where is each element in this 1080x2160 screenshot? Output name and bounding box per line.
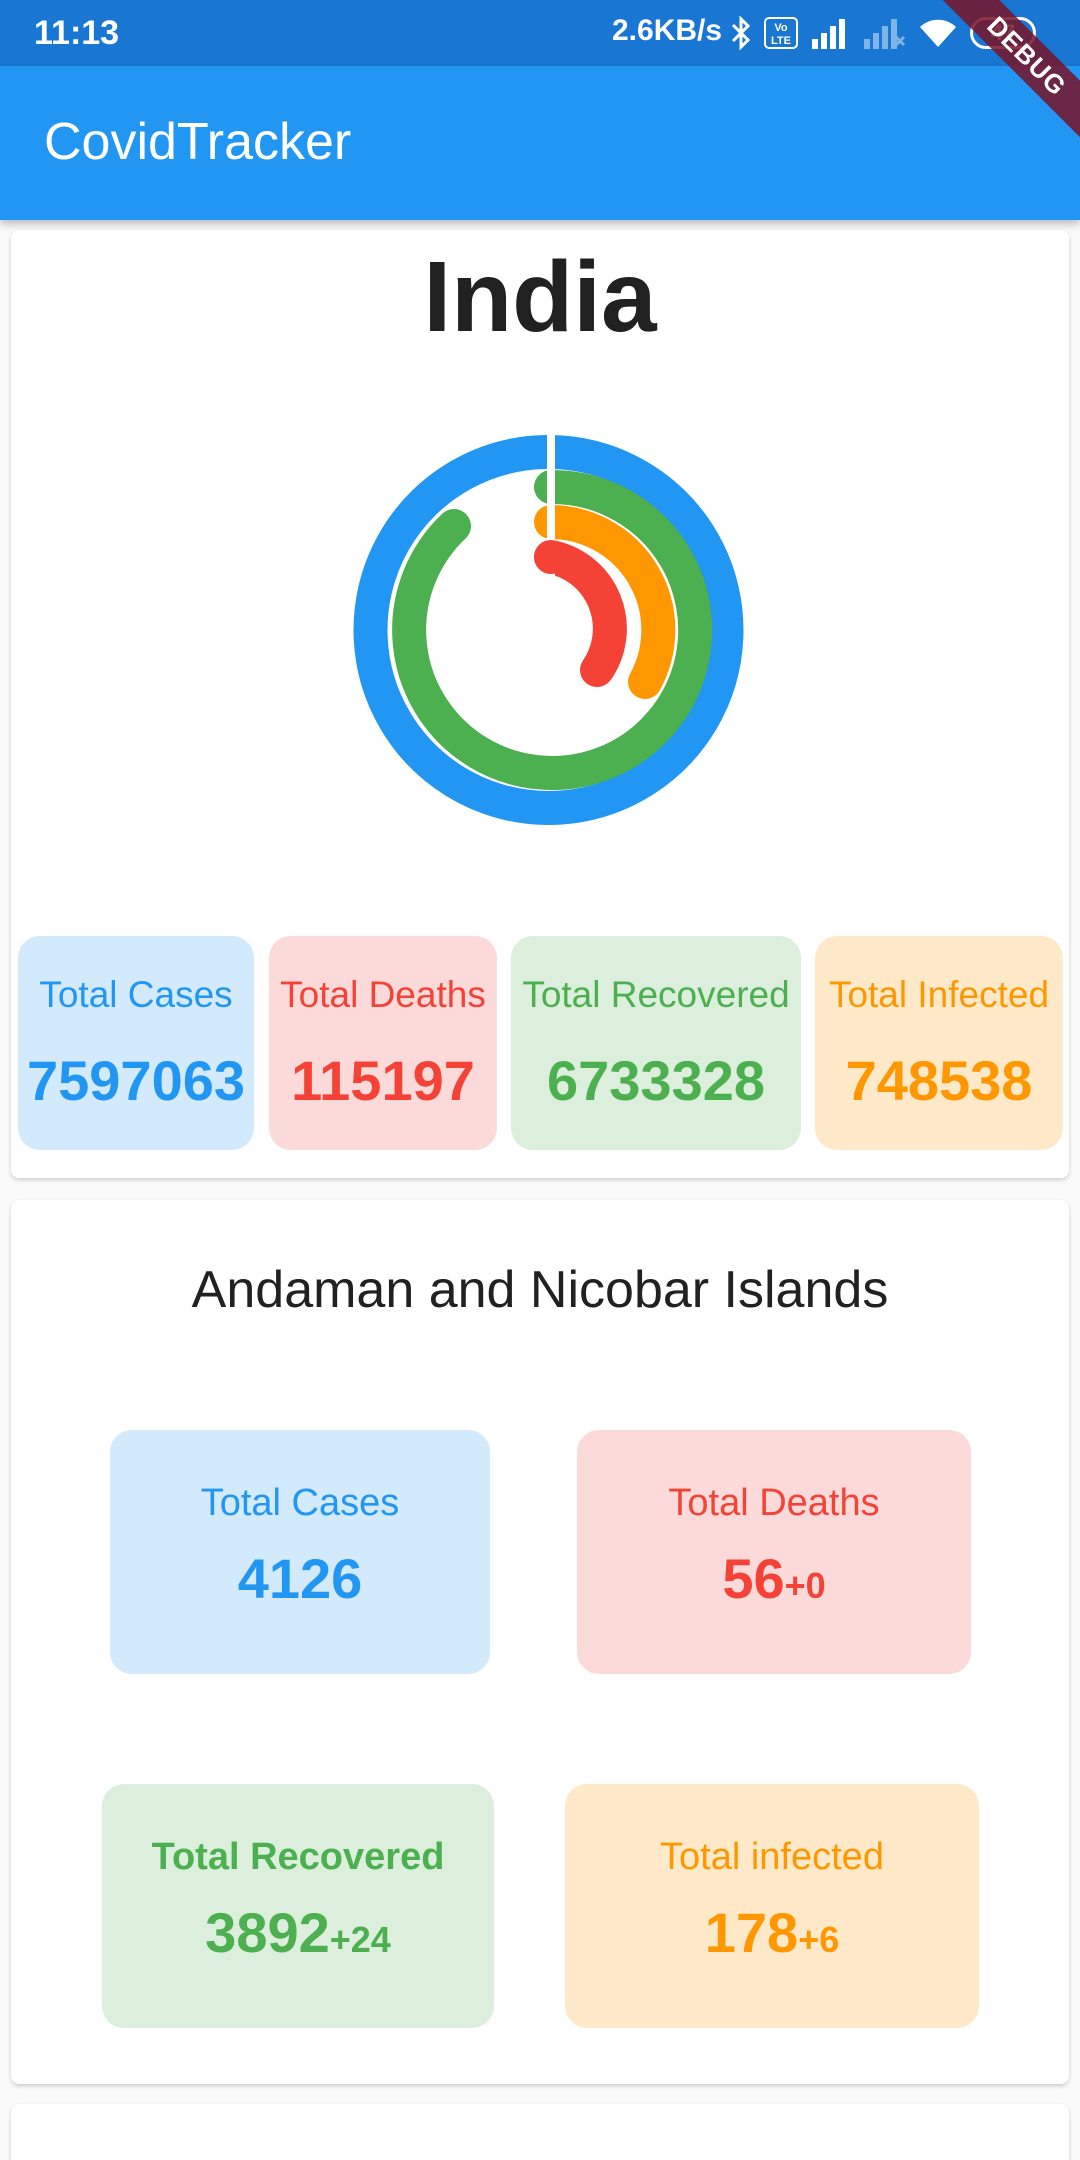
signal-weak-icon — [864, 19, 906, 49]
state-total-deaths-delta: +0 — [784, 1565, 826, 1606]
country-card[interactable]: India Total Cases 7597063 Total Deaths 1… — [11, 230, 1069, 1178]
bluetooth-icon — [731, 16, 751, 50]
state-total-deaths-label: Total Deaths — [668, 1482, 880, 1524]
country-total-deaths-tile: Total Deaths 115197 — [269, 936, 497, 1150]
status-icons: Vo LTE 47 — [730, 12, 1036, 54]
state-total-deaths-value: 56+0 — [577, 1546, 971, 1611]
volte-icon: VoLTE — [764, 17, 798, 49]
state-total-recovered-value: 3892+24 — [102, 1900, 494, 1965]
network-speed: 2.6KB/s — [612, 14, 723, 47]
battery-icon: 47 — [970, 17, 1036, 49]
signal-icon — [812, 19, 845, 49]
status-bar: 11:13 2.6KB/s Vo LTE 47 — [0, 0, 1080, 66]
status-time: 11:13 — [34, 14, 120, 52]
state-total-cases-label: Total Cases — [200, 1482, 400, 1524]
country-total-infected-label: Total Infected — [828, 974, 1050, 1015]
state-total-infected-tile: Total infected 178+6 — [565, 1784, 979, 2028]
state-total-infected-label: Total infected — [660, 1836, 884, 1878]
next-state-card[interactable] — [11, 2104, 1069, 2160]
country-name: India — [423, 241, 657, 353]
country-total-cases-value: 7597063 — [26, 1049, 245, 1112]
svg-text:Vo: Vo — [774, 22, 788, 34]
state-total-recovered-label: Total Recovered — [151, 1836, 445, 1878]
country-total-recovered-value: 6733328 — [546, 1049, 765, 1112]
state-total-infected-delta: +6 — [798, 1919, 840, 1960]
state-total-infected-number: 178 — [704, 1901, 799, 1964]
country-total-recovered-tile: Total Recovered 6733328 — [511, 936, 801, 1150]
country-total-infected-tile: Total Infected 748538 — [815, 936, 1063, 1150]
state-total-cases-value: 4126 — [110, 1546, 490, 1611]
country-total-deaths-label: Total Deaths — [280, 974, 486, 1015]
ring-deaths — [534, 540, 627, 687]
state-total-infected-value: 178+6 — [565, 1900, 979, 1965]
app-title: CovidTracker — [44, 113, 352, 171]
svg-text:LTE: LTE — [771, 35, 791, 47]
ring-divider — [547, 436, 555, 636]
state-total-recovered-number: 3892 — [205, 1901, 330, 1964]
battery-level: 47 — [990, 20, 1016, 45]
state-card[interactable]: Andaman and Nicobar Islands Total Cases … — [11, 1200, 1069, 2084]
state-total-cases-tile: Total Cases 4126 — [110, 1430, 490, 1674]
state-total-deaths-number: 56 — [722, 1547, 785, 1610]
country-total-cases-label: Total Cases — [39, 974, 233, 1015]
state-total-recovered-delta: +24 — [329, 1919, 391, 1960]
state-name: Andaman and Nicobar Islands — [191, 1261, 889, 1319]
wifi-icon — [920, 19, 956, 47]
app-bar: CovidTracker — [0, 66, 1080, 220]
state-total-cases-number: 4126 — [237, 1547, 363, 1610]
state-total-deaths-tile: Total Deaths 56+0 — [577, 1430, 971, 1674]
country-total-infected-value: 748538 — [845, 1049, 1033, 1112]
stats-ring-chart — [353, 430, 744, 825]
country-total-cases-tile: Total Cases 7597063 — [18, 936, 254, 1150]
state-total-recovered-tile: Total Recovered 3892+24 — [102, 1784, 494, 2028]
country-total-recovered-label: Total Recovered — [522, 974, 790, 1015]
country-total-deaths-value: 115197 — [291, 1049, 475, 1112]
